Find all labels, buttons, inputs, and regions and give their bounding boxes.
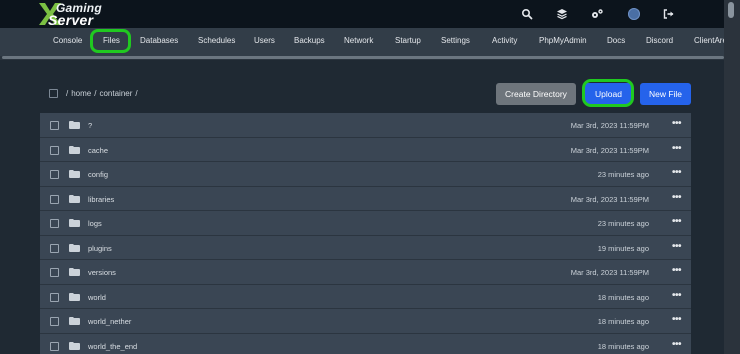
upload-button-highlight xyxy=(582,79,634,107)
file-name[interactable]: ? xyxy=(88,121,92,130)
top-bar: Gaming Server xyxy=(0,0,740,28)
folder-icon xyxy=(69,121,80,129)
breadcrumb-home[interactable]: home xyxy=(71,89,91,98)
nav-backups[interactable]: Backups xyxy=(294,36,325,45)
file-modified: 23 minutes ago xyxy=(597,219,649,228)
file-list: ? Mar 3rd, 2023 11:59PM ••• cache Mar 3r… xyxy=(40,113,691,354)
row-menu-icon[interactable]: ••• xyxy=(672,339,682,350)
row-menu-icon[interactable]: ••• xyxy=(672,167,682,178)
nav-discord[interactable]: Discord xyxy=(646,36,673,45)
nav-activity[interactable]: Activity xyxy=(492,36,517,45)
file-modified: 19 minutes ago xyxy=(597,243,649,253)
row-checkbox[interactable] xyxy=(50,145,59,155)
logout-icon[interactable] xyxy=(663,8,675,20)
brand-line2: Server xyxy=(48,12,94,28)
folder-icon xyxy=(69,341,80,350)
search-icon[interactable] xyxy=(521,8,533,20)
files-tab-highlight xyxy=(90,29,131,53)
file-modified: Mar 3rd, 2023 11:59PM xyxy=(570,194,649,204)
folder-icon xyxy=(69,292,80,301)
folder-icon xyxy=(69,170,80,178)
row-checkbox[interactable] xyxy=(50,341,59,351)
nav-users[interactable]: Users xyxy=(254,36,275,45)
folder-icon xyxy=(69,317,80,325)
row-menu-icon[interactable]: ••• xyxy=(672,314,682,325)
page-scrollbar[interactable] xyxy=(724,0,740,354)
row-menu-icon[interactable]: ••• xyxy=(672,290,682,301)
nav-databases[interactable]: Databases xyxy=(140,36,178,45)
row-checkbox[interactable] xyxy=(50,317,59,326)
row-menu-icon[interactable]: ••• xyxy=(672,118,682,129)
brand-logo[interactable]: Gaming Server xyxy=(36,1,106,28)
file-name[interactable]: logs xyxy=(88,219,102,228)
file-modified: Mar 3rd, 2023 11:59PM xyxy=(570,121,649,130)
folder-icon xyxy=(69,145,80,154)
file-modified: 23 minutes ago xyxy=(597,170,649,179)
file-name[interactable]: world_nether xyxy=(88,317,131,326)
file-name[interactable]: config xyxy=(88,170,108,179)
folder-icon xyxy=(69,243,80,252)
folder-icon xyxy=(69,268,80,276)
row-menu-icon[interactable]: ••• xyxy=(672,143,682,154)
nav-docs[interactable]: Docs xyxy=(607,36,625,45)
nav-clientarea[interactable]: ClientArea xyxy=(694,36,724,45)
file-row[interactable]: world 18 minutes ago ••• xyxy=(40,284,691,309)
row-checkbox[interactable] xyxy=(50,219,59,228)
row-checkbox[interactable] xyxy=(50,121,59,130)
file-modified: 18 minutes ago xyxy=(597,317,649,326)
file-row[interactable]: ? Mar 3rd, 2023 11:59PM ••• xyxy=(40,113,691,138)
file-name[interactable]: versions xyxy=(88,268,116,277)
file-modified: 18 minutes ago xyxy=(597,292,649,302)
folder-icon xyxy=(69,194,80,203)
row-menu-icon[interactable]: ••• xyxy=(672,265,682,276)
file-row[interactable]: logs 23 minutes ago ••• xyxy=(40,211,691,236)
new-file-button[interactable]: New File xyxy=(640,83,691,105)
file-name[interactable]: cache xyxy=(88,146,108,155)
row-checkbox[interactable] xyxy=(50,170,59,179)
gears-icon[interactable] xyxy=(590,8,603,20)
select-all-checkbox[interactable] xyxy=(49,89,58,98)
file-name[interactable]: libraries xyxy=(88,195,114,204)
folder-icon xyxy=(69,219,80,227)
file-row[interactable]: libraries Mar 3rd, 2023 11:59PM ••• xyxy=(40,186,691,211)
file-modified: 18 minutes ago xyxy=(597,341,649,351)
file-modified: Mar 3rd, 2023 11:59PM xyxy=(570,268,649,277)
layers-icon[interactable] xyxy=(556,8,568,20)
row-menu-icon[interactable]: ••• xyxy=(672,216,682,227)
nav-scrollbar-thumb[interactable] xyxy=(2,56,724,59)
breadcrumb-sep: / xyxy=(135,89,138,98)
file-name[interactable]: world_the_end xyxy=(88,342,137,351)
file-row[interactable]: cache Mar 3rd, 2023 11:59PM ••• xyxy=(40,137,691,162)
nav-phpmyadmin[interactable]: PhpMyAdmin xyxy=(539,36,587,45)
file-name[interactable]: plugins xyxy=(88,244,112,253)
nav-network[interactable]: Network xyxy=(344,36,373,45)
breadcrumb-container[interactable]: container xyxy=(99,89,132,98)
row-checkbox[interactable] xyxy=(50,194,59,204)
row-checkbox[interactable] xyxy=(50,243,59,253)
row-menu-icon[interactable]: ••• xyxy=(672,192,682,203)
breadcrumb-sep: / xyxy=(66,89,69,98)
nav-scrollbar[interactable] xyxy=(0,56,724,60)
row-menu-icon[interactable]: ••• xyxy=(672,241,682,252)
file-row[interactable]: config 23 minutes ago ••• xyxy=(40,162,691,187)
create-directory-button[interactable]: Create Directory xyxy=(496,83,576,105)
nav-settings[interactable]: Settings xyxy=(441,36,470,45)
file-name[interactable]: world xyxy=(88,293,106,302)
nav-startup[interactable]: Startup xyxy=(395,36,421,45)
avatar[interactable] xyxy=(628,8,640,20)
nav-console[interactable]: Console xyxy=(53,36,82,45)
nav-schedules[interactable]: Schedules xyxy=(198,36,235,45)
row-checkbox[interactable] xyxy=(50,268,59,277)
breadcrumb-sep: / xyxy=(94,89,97,98)
file-row[interactable]: plugins 19 minutes ago ••• xyxy=(40,235,691,260)
file-modified: Mar 3rd, 2023 11:59PM xyxy=(570,145,649,155)
breadcrumb: / home / container / xyxy=(66,89,141,98)
page-scrollbar-thumb[interactable] xyxy=(728,2,734,18)
file-row[interactable]: versions Mar 3rd, 2023 11:59PM ••• xyxy=(40,260,691,285)
row-checkbox[interactable] xyxy=(50,292,59,302)
file-row[interactable]: world_nether 18 minutes ago ••• xyxy=(40,309,691,334)
file-row[interactable]: world_the_end 18 minutes ago ••• xyxy=(40,333,691,354)
